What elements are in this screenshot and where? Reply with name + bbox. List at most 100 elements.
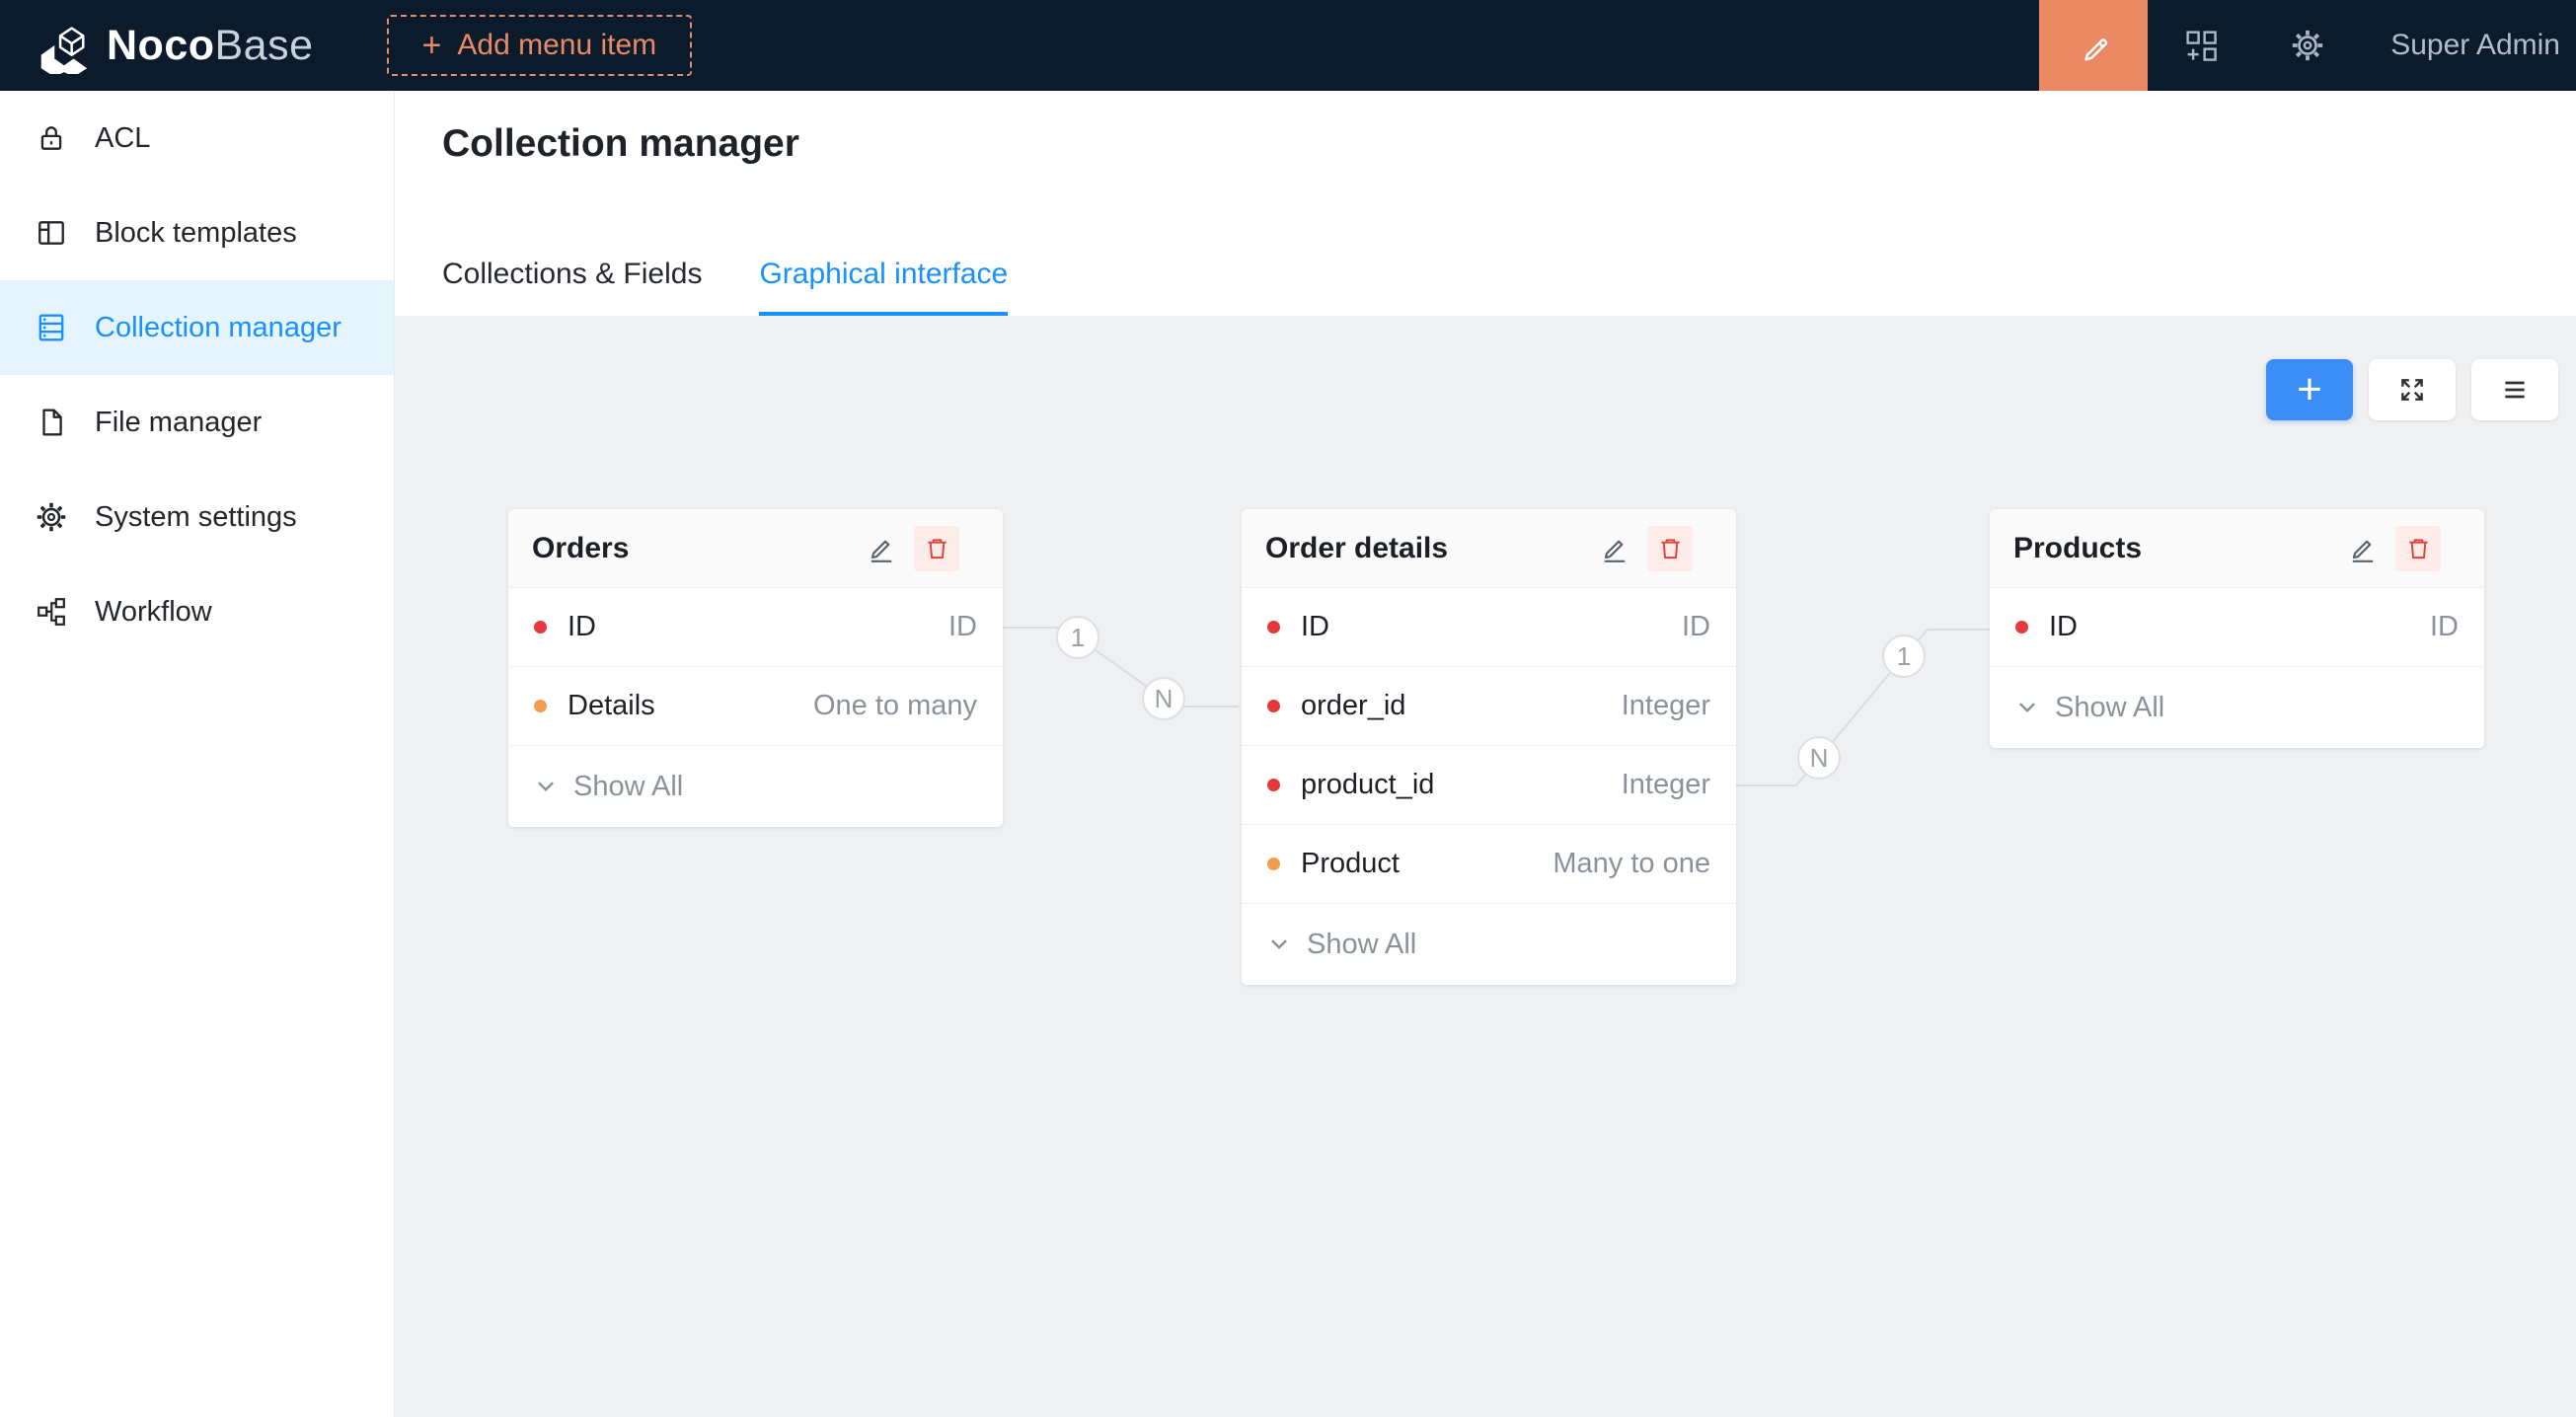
cardinality-circle	[1057, 617, 1099, 658]
sidebar-item-block-templates[interactable]: Block templates	[0, 186, 394, 280]
field-row[interactable]: product_id Integer	[1242, 746, 1736, 825]
field-interface-dot	[534, 700, 547, 712]
plugin-manager-icon	[2184, 29, 2218, 62]
collection-card-order-details[interactable]: Order details ID ID	[1242, 509, 1736, 985]
sidebar-item-workflow[interactable]: Workflow	[0, 564, 394, 659]
collection-card-orders[interactable]: Orders ID ID	[508, 509, 1003, 827]
trash-icon	[2405, 535, 2432, 561]
field-type: ID	[2430, 611, 2459, 643]
field-type: Integer	[1622, 690, 1710, 722]
sidebar-item-collection-manager[interactable]: Collection manager	[0, 280, 394, 375]
fullscreen-icon	[2397, 375, 2427, 405]
cardinality-label: 1	[1071, 623, 1085, 652]
sidebar-item-acl[interactable]: ACL	[0, 91, 394, 186]
page-title: Collection manager	[442, 122, 799, 166]
field-type: ID	[1682, 611, 1710, 643]
collection-list-menu-button[interactable]	[2471, 359, 2558, 420]
cardinality-label: N	[1810, 743, 1829, 773]
card-header: Products	[1990, 509, 2484, 588]
cardinality-circle	[1883, 635, 1925, 677]
cardinality-label: 1	[1897, 641, 1911, 671]
field-interface-dot	[1267, 858, 1280, 870]
nocobase-cube-icon	[32, 17, 93, 74]
chevron-down-icon	[534, 775, 558, 798]
sidebar-item-label: ACL	[95, 122, 150, 155]
plugin-manager-button[interactable]	[2148, 0, 2254, 91]
add-collection-button[interactable]: +	[2266, 359, 2353, 420]
field-row[interactable]: ID ID	[1990, 588, 2484, 667]
menu-icon	[2500, 375, 2530, 405]
field-type: Integer	[1622, 769, 1710, 801]
settings-sidebar: ACL Block templates Collection manager	[0, 91, 395, 1417]
edge-orders-orderdetails	[1003, 628, 1239, 707]
page-header: Collection manager Collections & Fields …	[395, 91, 2576, 316]
sidebar-item-label: Collection manager	[95, 312, 341, 344]
gear-icon	[36, 501, 67, 533]
edit-pencil-icon	[1600, 534, 1629, 563]
field-interface-dot	[1267, 700, 1280, 712]
sidebar-item-system-settings[interactable]: System settings	[0, 470, 394, 564]
field-row[interactable]: ID ID	[1242, 588, 1736, 667]
edge-orderdetails-products	[1733, 630, 1990, 785]
field-row[interactable]: ID ID	[508, 588, 1003, 667]
sidebar-item-file-manager[interactable]: File manager	[0, 375, 394, 470]
field-interface-dot	[1267, 621, 1280, 634]
nocobase-logo: NocoBase	[0, 17, 314, 74]
edit-pencil-icon	[2348, 534, 2378, 563]
collection-card-products[interactable]: Products ID ID	[1990, 509, 2484, 748]
cardinality-circle	[1143, 678, 1184, 719]
field-interface-dot	[1267, 779, 1280, 791]
delete-collection-button[interactable]	[914, 526, 959, 571]
user-menu[interactable]: Super Admin	[2390, 29, 2560, 62]
sidebar-item-label: Block templates	[95, 217, 297, 250]
show-all-toggle[interactable]: Show All	[508, 746, 1003, 827]
edit-collection-button[interactable]	[2348, 534, 2378, 563]
edit-collection-button[interactable]	[867, 534, 896, 563]
field-name: Details	[568, 690, 655, 722]
design-mode-button[interactable]	[2039, 0, 2148, 91]
settings-button[interactable]	[2254, 0, 2361, 91]
show-all-toggle[interactable]: Show All	[1242, 904, 1736, 985]
cardinality-circle	[1798, 737, 1840, 779]
plus-icon: +	[2297, 365, 2322, 414]
field-row[interactable]: order_id Integer	[1242, 667, 1736, 746]
sidebar-item-label: Workflow	[95, 596, 212, 629]
layout-icon	[36, 217, 67, 249]
field-row[interactable]: Product Many to one	[1242, 825, 1736, 904]
edit-collection-button[interactable]	[1600, 534, 1629, 563]
lock-icon	[36, 122, 67, 154]
chevron-down-icon	[1267, 932, 1291, 956]
field-type: One to many	[813, 690, 977, 722]
trash-icon	[1657, 535, 1684, 561]
logo-base: Base	[215, 22, 314, 69]
logo-text: NocoBase	[107, 22, 314, 70]
delete-collection-button[interactable]	[2395, 526, 2441, 571]
show-all-label: Show All	[2055, 692, 2164, 724]
sidebar-item-label: File manager	[95, 407, 262, 439]
field-row[interactable]: Details One to many	[508, 667, 1003, 746]
field-interface-dot	[534, 621, 547, 634]
chevron-down-icon	[2015, 696, 2039, 719]
collection-title: Products	[2013, 532, 2348, 565]
settings-gear-icon	[2291, 29, 2324, 62]
tab-graphical-interface[interactable]: Graphical interface	[759, 258, 1008, 316]
add-menu-item-button[interactable]: + Add menu item	[387, 15, 693, 76]
field-name: product_id	[1301, 769, 1434, 801]
card-header: Orders	[508, 509, 1003, 588]
plus-icon: +	[422, 29, 442, 62]
field-name: ID	[1301, 611, 1329, 643]
collection-title: Order details	[1265, 532, 1600, 565]
tab-bar: Collections & Fields Graphical interface	[442, 258, 1008, 316]
field-name: Product	[1301, 848, 1400, 880]
delete-collection-button[interactable]	[1647, 526, 1693, 571]
card-header: Order details	[1242, 509, 1736, 588]
logo-noco: Noco	[107, 22, 215, 69]
field-name: ID	[568, 611, 596, 643]
tab-collections-fields[interactable]: Collections & Fields	[442, 258, 702, 316]
show-all-label: Show All	[1307, 929, 1416, 961]
fullscreen-button[interactable]	[2369, 359, 2456, 420]
graph-canvas[interactable]: 1 N N 1 +	[395, 316, 2576, 1417]
show-all-toggle[interactable]: Show All	[1990, 667, 2484, 748]
field-name: ID	[2049, 611, 2078, 643]
edit-pencil-icon	[867, 534, 896, 563]
